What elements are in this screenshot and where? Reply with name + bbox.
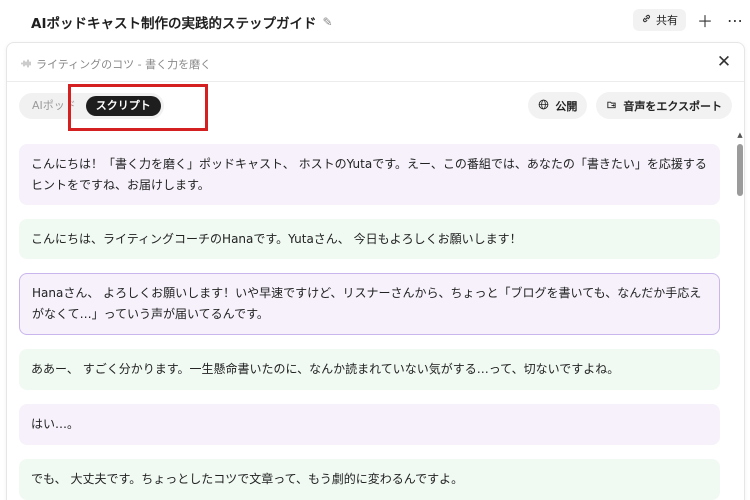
top-actions: 共有 ＋ ⋯: [633, 9, 746, 31]
pencil-icon[interactable]: ✎: [322, 15, 332, 29]
waveform-icon: [21, 58, 32, 71]
plus-icon[interactable]: ＋: [694, 9, 716, 31]
script-message[interactable]: こんにちは、ライティングコーチのHanaです。Yutaさん、 今日もよろしくお願…: [19, 219, 720, 259]
link-icon: [641, 13, 652, 27]
globe-icon: [538, 99, 549, 113]
share-label: 共有: [656, 14, 678, 27]
publish-label: 公開: [555, 99, 578, 113]
panel-toolbar: AIポッド スクリプト 公開 音声をエクスポート: [7, 91, 744, 121]
script-message[interactable]: はい…。: [19, 404, 720, 445]
script-message[interactable]: ああー、 すごく分かります。一生懸命書いたのに、なんか読まれていない気がする…っ…: [19, 349, 720, 390]
export-icon: [606, 99, 617, 113]
message-text: こんにちは！「書く力を磨く」ポッドキャスト、 ホストのYutaです。えー、この番…: [31, 156, 707, 192]
toolbar-actions: 公開 音声をエクスポート: [528, 92, 732, 119]
scrollbar-thumb[interactable]: [737, 144, 743, 196]
tab-script[interactable]: スクリプト: [85, 96, 161, 116]
close-icon[interactable]: ✕: [714, 52, 734, 72]
message-text: はい…。: [31, 417, 80, 431]
export-audio-button[interactable]: 音声をエクスポート: [596, 92, 732, 119]
script-message[interactable]: こんにちは！「書く力を磨く」ポッドキャスト、 ホストのYutaです。えー、この番…: [19, 144, 720, 205]
publish-button[interactable]: 公開: [528, 92, 588, 119]
scroll-up-icon[interactable]: ▲: [736, 131, 744, 139]
tab-ai-pod[interactable]: AIポッド: [22, 96, 86, 116]
panel-header: ライティングのコツ - 書く力を磨く ✕: [7, 43, 744, 82]
view-tabs: AIポッド スクリプト: [19, 93, 164, 119]
script-message-list: こんにちは！「書く力を磨く」ポッドキャスト、 ホストのYutaです。えー、この番…: [19, 144, 720, 500]
message-text: ああー、 すごく分かります。一生懸命書いたのに、なんか読まれていない気がする…っ…: [31, 362, 620, 376]
top-bar: AIポッドキャスト制作の実践的ステップガイド ✎ 共有 ＋ ⋯: [0, 0, 750, 42]
panel-subtitle: ライティングのコツ - 書く力を磨く: [21, 56, 211, 72]
script-message[interactable]: でも、 大丈夫です。ちょっとしたコツで文章って、もう劇的に変わるんですよ。: [19, 459, 720, 500]
script-message-selected[interactable]: Hanaさん、 よろしくお願いします！いや早速ですけど、リスナーさんから、ちょっ…: [19, 273, 720, 335]
document-title-text: AIポッドキャスト制作の実践的ステップガイド: [31, 16, 317, 32]
message-text: でも、 大丈夫です。ちょっとしたコツで文章って、もう劇的に変わるんですよ。: [31, 472, 464, 486]
panel-subtitle-text: ライティングのコツ - 書く力を磨く: [36, 58, 212, 71]
message-text: Hanaさん、 よろしくお願いします！いや早速ですけど、リスナーさんから、ちょっ…: [32, 286, 702, 321]
document-title[interactable]: AIポッドキャスト制作の実践的ステップガイド ✎: [31, 12, 333, 32]
export-label: 音声をエクスポート: [623, 99, 722, 113]
share-button[interactable]: 共有: [633, 9, 686, 31]
message-text: こんにちは、ライティングコーチのHanaです。Yutaさん、 今日もよろしくお願…: [31, 231, 522, 246]
scrollbar[interactable]: ▲: [736, 131, 744, 500]
ellipsis-icon[interactable]: ⋯: [724, 9, 746, 31]
